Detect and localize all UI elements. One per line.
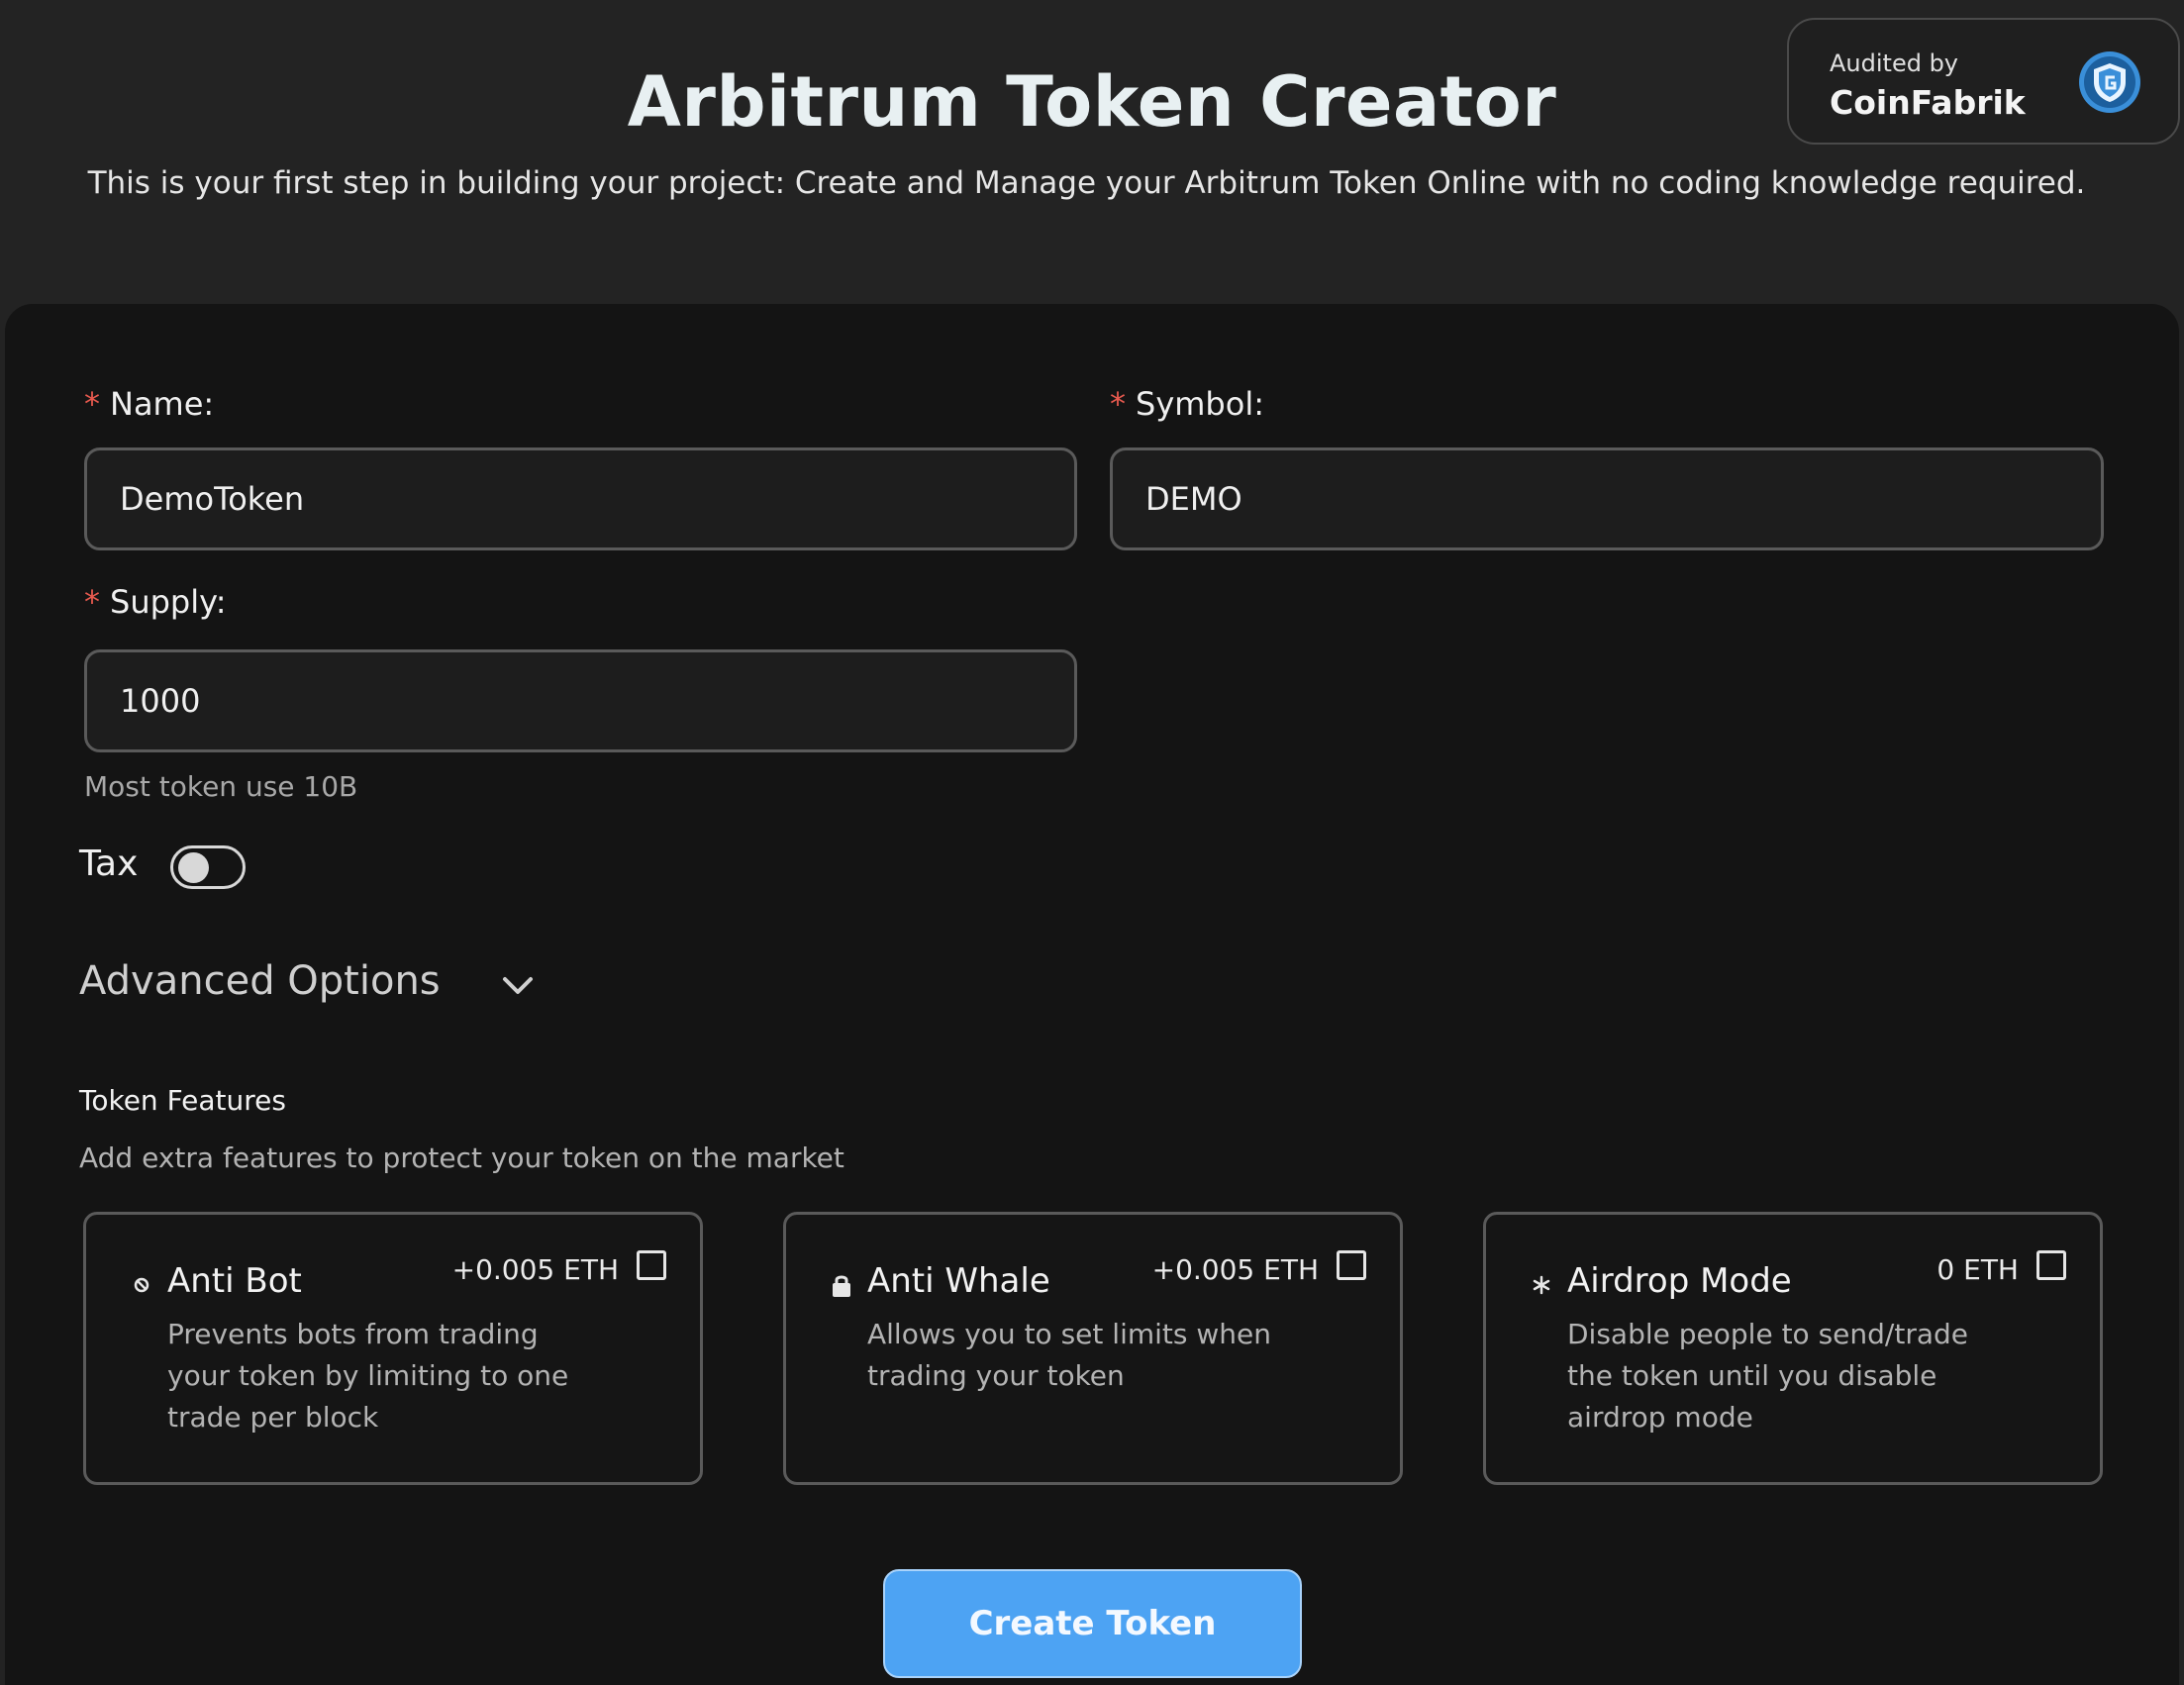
chevron-down-icon <box>503 977 533 994</box>
supply-label-text: Supply: <box>110 583 227 621</box>
name-label: * Name: <box>84 385 214 423</box>
feature-checkbox-airdrop-mode[interactable] <box>2036 1250 2066 1280</box>
token-features-subtitle: Add extra features to protect your token… <box>79 1141 844 1174</box>
name-label-text: Name: <box>110 385 215 423</box>
feature-description: Disable people to send/trade the token u… <box>1567 1318 1969 1434</box>
feature-checkbox-anti-whale[interactable] <box>1337 1250 1366 1280</box>
feature-description: Allows you to set limits when trading yo… <box>867 1318 1271 1392</box>
required-mark: * <box>84 385 100 423</box>
advanced-options-label: Advanced Options <box>79 958 441 1004</box>
symbol-input[interactable] <box>1110 447 2104 550</box>
feature-card-anti-bot[interactable]: Anti Bot +0.005 ETH Prevents bots from t… <box>83 1212 703 1485</box>
no-bot-icon <box>134 1277 149 1293</box>
lock-icon <box>833 1275 850 1297</box>
feature-price: 0 ETH <box>1936 1253 2019 1286</box>
tax-toggle[interactable] <box>170 845 246 889</box>
feature-description: Prevents bots from trading your token by… <box>167 1318 569 1434</box>
feature-title: Airdrop Mode <box>1567 1261 1792 1301</box>
audit-badge[interactable]: Audited by CoinFabrik <box>1787 18 2180 145</box>
feature-checkbox-anti-bot[interactable] <box>637 1250 666 1280</box>
symbol-label-text: Symbol: <box>1136 385 1264 423</box>
feature-card-anti-whale[interactable]: Anti Whale +0.005 ETH Allows you to set … <box>783 1212 1403 1485</box>
feature-price: +0.005 ETH <box>451 1253 619 1286</box>
toggle-knob <box>178 852 209 883</box>
token-creator-page: Arbitrum Token Creator This is your firs… <box>0 0 2184 1685</box>
shield-logo-icon <box>2079 51 2140 113</box>
page-subtitle: This is your first step in building your… <box>87 165 2086 201</box>
header: Arbitrum Token Creator This is your firs… <box>0 0 2184 297</box>
symbol-label: * Symbol: <box>1110 385 1264 423</box>
required-mark: * <box>1110 385 1126 423</box>
feature-title: Anti Whale <box>867 1261 1050 1301</box>
feature-card-airdrop-mode[interactable]: Airdrop Mode 0 ETH Disable people to sen… <box>1483 1212 2103 1485</box>
supply-hint: Most token use 10B <box>84 770 358 803</box>
audit-label: Audited by <box>1830 50 1959 77</box>
name-input[interactable] <box>84 447 1077 550</box>
feature-title: Anti Bot <box>167 1261 302 1301</box>
token-features-title: Token Features <box>79 1084 286 1117</box>
tax-label: Tax <box>79 843 139 884</box>
supply-label: * Supply: <box>84 583 227 621</box>
auditor-name: CoinFabrik <box>1830 83 2026 122</box>
snowflake-icon <box>1533 1275 1550 1295</box>
required-mark: * <box>84 583 100 621</box>
create-token-button[interactable]: Create Token <box>883 1569 1302 1678</box>
supply-input[interactable] <box>84 649 1077 752</box>
feature-price: +0.005 ETH <box>1151 1253 1319 1286</box>
